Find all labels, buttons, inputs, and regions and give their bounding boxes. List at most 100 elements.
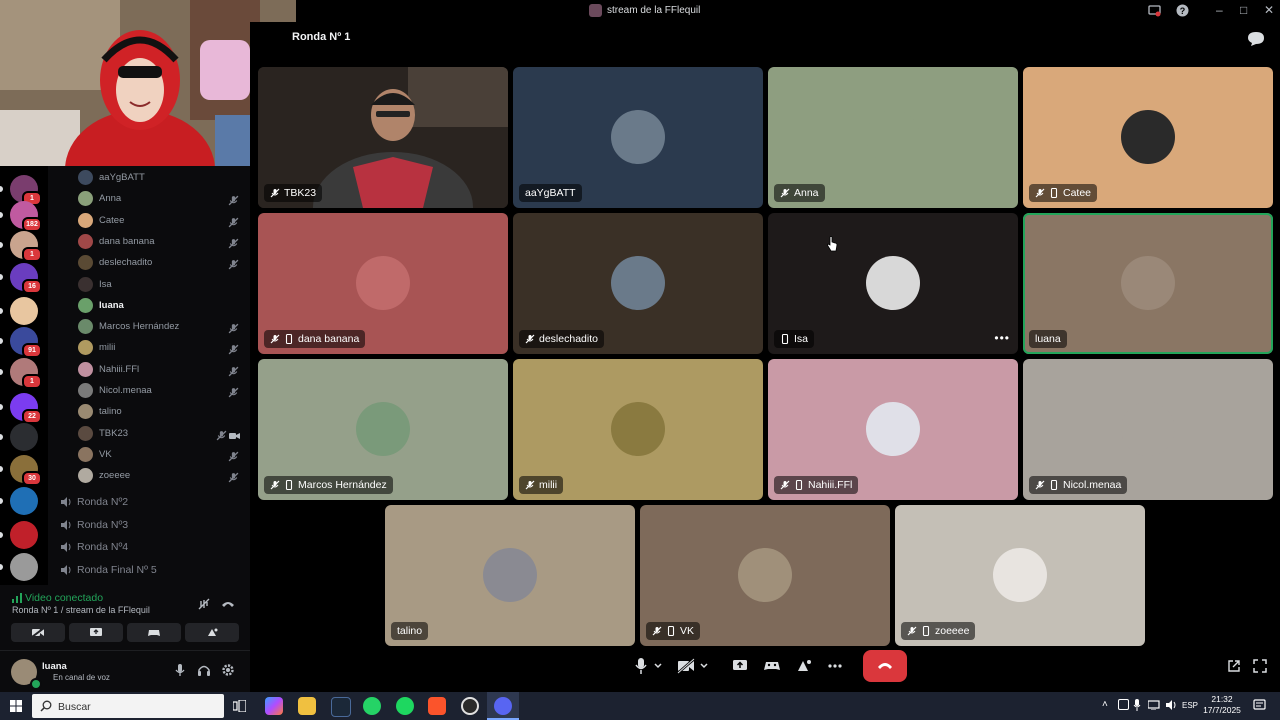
end-call-button[interactable] (863, 650, 907, 682)
more-options-icon[interactable]: ••• (994, 331, 1010, 345)
camera-toggle-button[interactable] (11, 623, 65, 642)
voice-channel-item[interactable]: Ronda Final Nº 5 (60, 560, 240, 580)
network-icon[interactable] (1148, 700, 1160, 710)
mention-badge: 22 (22, 409, 42, 424)
voice-channel-item[interactable]: Ronda Nº2 (60, 492, 240, 512)
task-view-icon[interactable] (233, 700, 246, 712)
participant-tile[interactable]: talino (385, 505, 635, 646)
mention-badge: 16 (22, 279, 42, 294)
notifications-icon[interactable] (1253, 699, 1266, 712)
server-icon-6[interactable]: 91 (10, 327, 42, 358)
participant-tile[interactable]: Nicol.menaa (1023, 359, 1273, 500)
tray-app-icon[interactable] (1118, 699, 1129, 710)
microphone-icon[interactable] (173, 663, 187, 677)
server-icon-12[interactable] (10, 521, 38, 549)
stage-title: Ronda Nº 1 (292, 31, 351, 43)
participant-tile[interactable]: dana banana (258, 213, 508, 354)
voice-member[interactable]: Marcos Hernández (76, 316, 246, 336)
avatar (1121, 110, 1175, 164)
help-icon[interactable]: ? (1176, 4, 1189, 17)
server-icon-8[interactable]: 22 (10, 393, 42, 424)
windows-start-icon[interactable] (10, 700, 22, 712)
chevron-down-icon[interactable] (699, 654, 709, 678)
camera-off-icon[interactable] (677, 654, 695, 678)
voice-member[interactable]: talino (76, 401, 246, 421)
settings-gear-icon[interactable] (221, 663, 235, 677)
avatar (78, 340, 93, 356)
activities-gamepad-icon[interactable] (763, 654, 781, 678)
participant-tile[interactable]: Marcos Hernández (258, 359, 508, 500)
server-icon-1[interactable]: 1 (10, 175, 42, 206)
server-icon-11[interactable] (10, 487, 38, 515)
activities-button[interactable] (127, 623, 181, 642)
fullscreen-icon[interactable] (1253, 659, 1267, 673)
participant-tile[interactable]: Anna (768, 67, 1018, 208)
minimize-button[interactable]: – (1216, 3, 1223, 17)
screen-share-icon[interactable] (731, 654, 749, 678)
microphone-tray-icon[interactable] (1133, 699, 1141, 711)
chevron-up-icon[interactable]: ˄ (1102, 699, 1108, 710)
clock[interactable]: 21:32 17/7/2025 (1200, 694, 1244, 716)
brave-browser-icon[interactable] (428, 697, 446, 715)
server-icon-2[interactable]: 182 (10, 201, 42, 232)
server-icon-7[interactable]: 1 (10, 358, 42, 389)
voice-channel-path[interactable]: Ronda Nº 1 / stream de la FFlequil (12, 605, 150, 615)
server-icon-3[interactable]: 1 (10, 231, 42, 262)
headphones-icon[interactable] (197, 663, 211, 677)
popout-icon[interactable] (1227, 659, 1241, 673)
taskbar-search-input[interactable]: Buscar (32, 694, 224, 718)
voice-member[interactable]: Catee (76, 210, 246, 230)
voice-member[interactable]: Nicol.menaa (76, 380, 246, 400)
soundboard-button[interactable] (185, 623, 239, 642)
participant-tile[interactable]: deslechadito (513, 213, 763, 354)
whatsapp-icon[interactable] (363, 697, 381, 715)
close-button[interactable]: ✕ (1264, 3, 1274, 17)
unread-indicator (0, 186, 3, 192)
file-explorer-icon[interactable] (298, 697, 316, 715)
voice-member[interactable]: Nahiii.FFl (76, 359, 246, 379)
voice-member[interactable]: dana banana (76, 231, 246, 251)
participant-tile[interactable]: milii (513, 359, 763, 500)
server-icon-5[interactable] (10, 297, 38, 325)
participant-tile[interactable]: aaYgBATT (513, 67, 763, 208)
participant-tile[interactable]: VK (640, 505, 890, 646)
voice-member[interactable]: TBK23 (76, 423, 246, 443)
inbox-icon[interactable] (1148, 4, 1161, 17)
keyboard-language[interactable]: ESP (1182, 701, 1198, 710)
chat-bubble-icon[interactable] (1247, 31, 1265, 47)
maximize-button[interactable]: □ (1240, 3, 1247, 17)
soundboard-icon[interactable] (795, 654, 813, 678)
voice-member[interactable]: Anna (76, 188, 246, 208)
participant-tile[interactable]: Catee (1023, 67, 1273, 208)
chevron-down-icon[interactable] (653, 654, 663, 678)
participant-tile[interactable]: TBK23 (258, 67, 508, 208)
obs-icon[interactable] (461, 697, 479, 715)
screen-share-button[interactable] (69, 623, 123, 642)
disconnect-icon[interactable] (221, 597, 235, 611)
participant-tile[interactable]: Nahiii.FFl (768, 359, 1018, 500)
server-icon-9[interactable] (10, 423, 38, 451)
discord-taskbar-button[interactable] (487, 692, 519, 720)
voice-member[interactable]: aaYgBATT (76, 167, 246, 187)
voice-member[interactable]: Isa (76, 274, 246, 294)
voice-channel-item[interactable]: Ronda Nº3 (60, 515, 240, 535)
more-options-icon[interactable] (827, 654, 843, 678)
voice-member[interactable]: deslechadito (76, 252, 246, 272)
voice-member[interactable]: zoeeee (76, 465, 246, 485)
voice-member[interactable]: luana (76, 295, 246, 315)
copilot-icon[interactable] (265, 697, 283, 715)
volume-icon[interactable] (1165, 699, 1177, 711)
server-icon-13[interactable] (10, 553, 38, 581)
microphone-icon[interactable] (633, 654, 649, 678)
participant-tile[interactable]: luana (1023, 213, 1273, 354)
voice-member[interactable]: milii (76, 337, 246, 357)
server-icon-10[interactable]: 30 (10, 455, 42, 486)
voice-channel-item[interactable]: Ronda Nº4 (60, 537, 240, 557)
participant-tile[interactable]: zoeeee (895, 505, 1145, 646)
participant-tile[interactable]: Isa ••• (768, 213, 1018, 354)
noise-suppression-icon[interactable] (197, 597, 211, 611)
server-icon-4[interactable]: 16 (10, 263, 42, 294)
steam-icon[interactable] (331, 697, 351, 717)
spotify-icon[interactable] (396, 697, 414, 715)
voice-member[interactable]: VK (76, 444, 246, 464)
